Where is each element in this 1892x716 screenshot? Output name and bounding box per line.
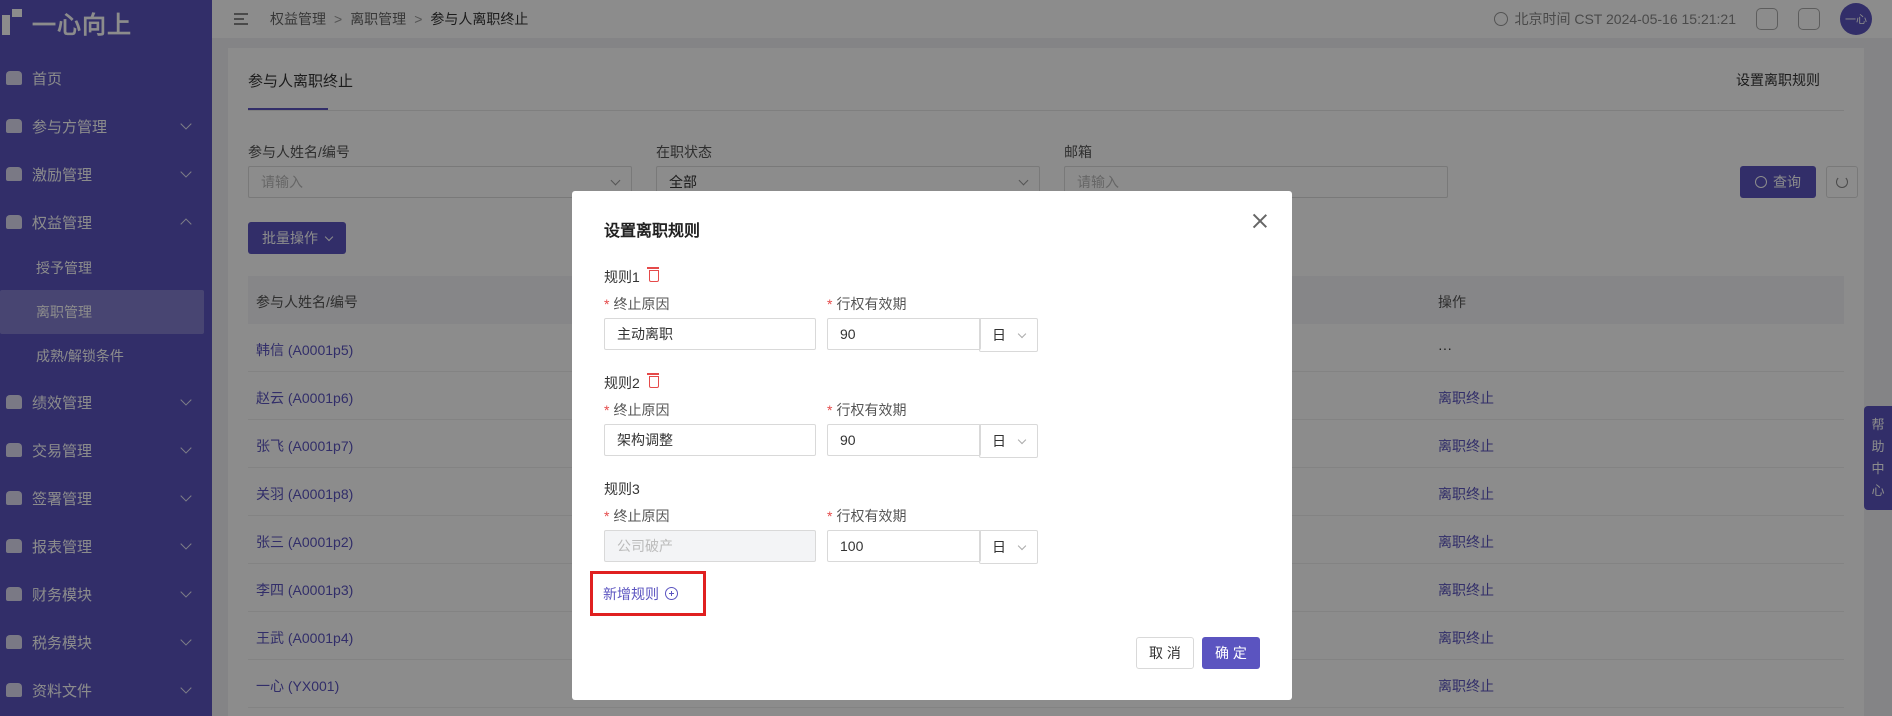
period-input[interactable]: 90 <box>827 318 981 350</box>
reason-input[interactable]: 架构调整 <box>604 424 816 456</box>
rule-block: 规则1 * 终止原因 主动离职 * 行权有效期 90 日 <box>604 267 1064 373</box>
chevron-down-icon <box>1017 435 1027 445</box>
required-mark: * <box>604 402 610 418</box>
rule-block: 规则3 * 终止原因 公司破产 * 行权有效期 100 日 <box>604 479 1064 585</box>
rule-title-text: 规则2 <box>604 375 640 391</box>
reason-label: * 终止原因 <box>604 400 669 420</box>
required-mark: * <box>827 296 833 312</box>
period-input[interactable]: 90 <box>827 424 981 456</box>
required-mark: * <box>604 508 610 524</box>
period-unit-select[interactable]: 日 <box>979 318 1038 352</box>
period-unit-value: 日 <box>992 327 1006 343</box>
required-mark: * <box>827 402 833 418</box>
dialog-title: 设置离职规则 <box>604 223 701 240</box>
rule-title: 规则3 <box>604 479 640 499</box>
reason-label-text: 终止原因 <box>613 402 670 418</box>
rule-title: 规则2 <box>604 373 659 393</box>
rule-title: 规则1 <box>604 267 659 287</box>
confirm-button[interactable]: 确 定 <box>1202 637 1260 669</box>
reason-input[interactable]: 主动离职 <box>604 318 816 350</box>
rule-title-text: 规则1 <box>604 269 640 285</box>
plus-circle-icon <box>665 587 678 600</box>
chevron-down-icon <box>1017 541 1027 551</box>
trash-icon[interactable] <box>646 373 659 388</box>
trash-icon[interactable] <box>646 267 659 282</box>
period-label-text: 行权有效期 <box>836 508 907 524</box>
add-rule-label: 新增规则 <box>603 585 659 602</box>
required-mark: * <box>827 508 833 524</box>
period-label: * 行权有效期 <box>827 294 906 314</box>
close-icon[interactable] <box>1250 211 1270 231</box>
period-label-text: 行权有效期 <box>836 296 907 312</box>
reason-label: * 终止原因 <box>604 506 669 526</box>
period-label: * 行权有效期 <box>827 506 906 526</box>
period-label: * 行权有效期 <box>827 400 906 420</box>
reason-label-text: 终止原因 <box>613 296 670 312</box>
departure-rules-dialog: 设置离职规则 规则1 * 终止原因 主动离职 * 行权有效期 90 日 规则2 * 终… <box>572 191 1292 700</box>
chevron-down-icon <box>1017 329 1027 339</box>
rule-block: 规则2 * 终止原因 架构调整 * 行权有效期 90 日 <box>604 373 1064 479</box>
period-label-text: 行权有效期 <box>836 402 907 418</box>
period-unit-value: 日 <box>992 539 1006 555</box>
add-rule-button[interactable]: 新增规则 <box>590 571 706 616</box>
required-mark: * <box>604 296 610 312</box>
reason-label: * 终止原因 <box>604 294 669 314</box>
period-unit-select[interactable]: 日 <box>979 530 1038 564</box>
reason-label-text: 终止原因 <box>613 508 670 524</box>
period-unit-value: 日 <box>992 433 1006 449</box>
rule-title-text: 规则3 <box>604 481 640 497</box>
period-unit-select[interactable]: 日 <box>979 424 1038 458</box>
period-input[interactable]: 100 <box>827 530 981 562</box>
reason-input: 公司破产 <box>604 530 816 562</box>
cancel-button[interactable]: 取 消 <box>1136 637 1194 669</box>
